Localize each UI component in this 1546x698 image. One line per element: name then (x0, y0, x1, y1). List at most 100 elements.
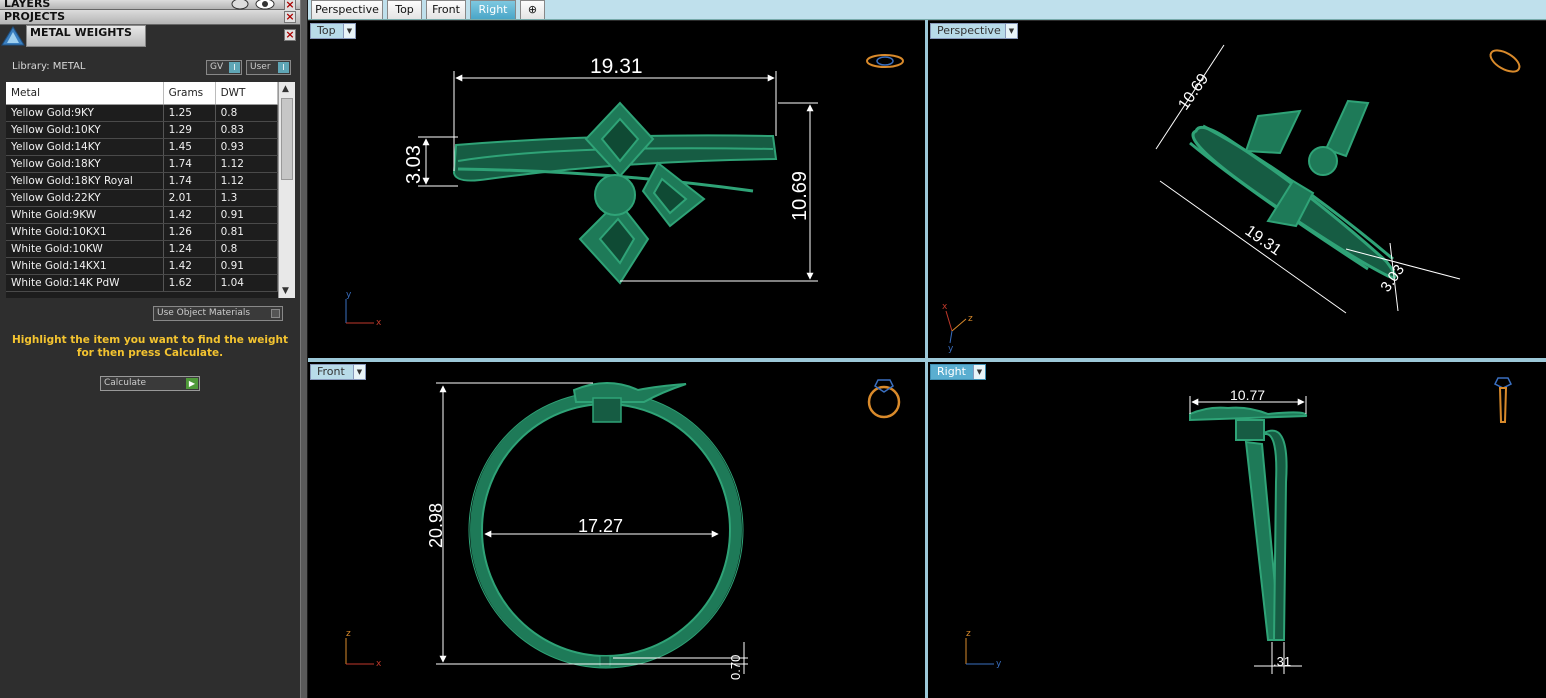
table-cell-grams: 1.45 (163, 138, 216, 156)
metal-table-body: Yellow Gold:9KY 1.25 0.8 Yellow Gold:10KY 1.… (6, 104, 279, 292)
table-header-row: Metal Grams DWT (6, 82, 279, 105)
table-cell-dwt: 0.8 (215, 104, 279, 122)
viewport-top[interactable]: 19.31 3.03 10.69 y x Top ▼ (308, 21, 925, 358)
scroll-down-icon[interactable]: ▼ (282, 286, 289, 296)
viewport-splitter-horizontal[interactable] (308, 358, 1546, 362)
table-cell-grams: 1.62 (163, 274, 216, 292)
lamp-icon[interactable] (230, 0, 250, 10)
table-row[interactable]: White Gold:9KW 1.42 0.91 (6, 206, 279, 224)
gv-button[interactable]: GV I (206, 60, 242, 75)
add-tab-button[interactable]: ⊕ (520, 0, 545, 19)
tab-perspective[interactable]: Perspective (311, 0, 383, 19)
table-row[interactable]: Yellow Gold:18KY Royal 1.74 1.12 (6, 172, 279, 190)
table-cell-metal: White Gold:10KW (6, 240, 164, 258)
projects-title: PROJECTS (4, 10, 65, 23)
viewport-tab-bar: Perspective Top Front Right ⊕ (308, 0, 1546, 20)
table-row[interactable]: White Gold:10KW 1.24 0.8 (6, 240, 279, 258)
dim-band: .31 (1273, 654, 1291, 669)
perspective-view-drawing: 10.69 19.31 3.03 x z y (942, 44, 1523, 354)
viewport-label-perspective[interactable]: Perspective ▼ (930, 23, 1018, 39)
use-object-materials-label: Use Object Materials (157, 308, 251, 318)
user-button[interactable]: User I (246, 60, 291, 75)
viewport-label-top[interactable]: Top ▼ (310, 23, 356, 39)
table-scrollbar[interactable]: ▲ ▼ (278, 82, 295, 298)
eye-icon[interactable] (254, 0, 276, 10)
dim-outer: 20.98 (426, 503, 446, 548)
table-cell-metal: White Gold:9KW (6, 206, 164, 224)
layers-panel-header[interactable]: LAYERS × (0, 0, 300, 11)
axis-label-z: z (968, 314, 973, 324)
flower-model (578, 101, 706, 285)
table-row[interactable]: Yellow Gold:18KY 1.74 1.12 (6, 155, 279, 173)
projects-panel-header[interactable]: PROJECTS × (0, 10, 300, 25)
close-metal-weights-icon[interactable]: × (284, 29, 296, 41)
scroll-up-icon[interactable]: ▲ (282, 84, 289, 94)
dim-inner: 17.27 (578, 516, 623, 536)
chevron-down-icon[interactable]: ▼ (1005, 24, 1017, 38)
table-row[interactable]: Yellow Gold:14KY 1.45 0.93 (6, 138, 279, 156)
table-cell-dwt: 1.12 (215, 155, 279, 173)
checkbox-icon (271, 309, 280, 318)
scrollbar-thumb[interactable] (281, 98, 293, 180)
table-cell-dwt: 1.04 (215, 274, 279, 292)
table-row[interactable]: White Gold:14K PdW 1.62 1.04 (6, 274, 279, 292)
metal-table-container[interactable]: Metal Grams DWT Yellow Gold:9KY 1.25 0.8 Ye… (6, 82, 295, 298)
tab-right[interactable]: Right (470, 0, 516, 19)
tab-front[interactable]: Front (426, 0, 466, 19)
tab-top[interactable]: Top (387, 0, 422, 19)
table-cell-dwt: 1.12 (215, 172, 279, 190)
table-cell-dwt: 0.93 (215, 138, 279, 156)
right-view-drawing: 10.77 .31 z y (965, 377, 1513, 674)
close-projects-icon[interactable]: × (284, 11, 296, 23)
viewport-label-top-text: Top (317, 24, 336, 37)
viewport-label-right-text: Right (937, 365, 966, 378)
calculate-button[interactable]: Calculate ▶ (100, 376, 200, 391)
table-cell-dwt: 0.91 (215, 257, 279, 275)
table-cell-metal: White Gold:14K PdW (6, 274, 164, 292)
metal-table: Metal Grams DWT Yellow Gold:9KY 1.25 0.8 Ye… (6, 82, 279, 292)
toggle-icon: I (229, 62, 240, 73)
table-cell-metal: Yellow Gold:22KY (6, 189, 164, 207)
table-cell-metal: Yellow Gold:14KY (6, 138, 164, 156)
column-header-dwt[interactable]: DWT (215, 82, 279, 105)
panel-divider[interactable] (300, 0, 308, 698)
viewport-right[interactable]: 10.77 .31 z y Right ▼ (928, 362, 1546, 698)
table-row[interactable]: White Gold:10KX1 1.26 0.81 (6, 223, 279, 241)
viewport-front[interactable]: 20.98 17.27 0.70 z x Front ▼ (308, 362, 925, 698)
axis-label-y: y (948, 344, 954, 354)
chevron-down-icon[interactable]: ▼ (343, 24, 355, 38)
table-cell-grams: 1.42 (163, 206, 216, 224)
view-orientation-icon[interactable] (867, 379, 901, 419)
chevron-down-icon[interactable]: ▼ (353, 365, 365, 379)
dim-a: 10.69 (1175, 71, 1212, 114)
table-row[interactable]: Yellow Gold:22KY 2.01 1.3 (6, 189, 279, 207)
table-cell-dwt: 0.91 (215, 206, 279, 224)
axis-indicator: y x (345, 290, 382, 328)
axis-label-z: z (966, 629, 971, 639)
view-orientation-icon[interactable] (866, 54, 904, 68)
layers-title: LAYERS (4, 0, 51, 10)
viewport-label-front[interactable]: Front ▼ (310, 364, 366, 380)
viewport-label-right[interactable]: Right ▼ (930, 364, 986, 380)
viewport-perspective[interactable]: 10.69 19.31 3.03 x z y Perspective ▼ (928, 21, 1546, 358)
view-orientation-icon[interactable] (1487, 46, 1523, 76)
table-cell-dwt: 0.8 (215, 240, 279, 258)
table-cell-grams: 1.25 (163, 104, 216, 122)
table-row[interactable]: Yellow Gold:9KY 1.25 0.8 (6, 104, 279, 122)
table-cell-metal: Yellow Gold:18KY (6, 155, 164, 173)
use-object-materials-button[interactable]: Use Object Materials (153, 306, 283, 321)
axis-label-y: y (996, 659, 1002, 669)
column-header-grams[interactable]: Grams (163, 82, 216, 105)
metal-weights-title: METAL WEIGHTS (30, 26, 132, 39)
chevron-down-icon[interactable]: ▼ (973, 365, 985, 379)
left-panel: LAYERS × PROJECTS × METAL WEIGHTS × Libr… (0, 0, 300, 698)
column-header-metal[interactable]: Metal (6, 82, 164, 105)
axis-label-y: y (346, 290, 352, 300)
dim-thickness: 3.03 (403, 145, 425, 184)
viewport-label-perspective-text: Perspective (937, 24, 1001, 37)
axis-label-x: x (376, 318, 382, 328)
viewport-label-front-text: Front (317, 365, 345, 378)
table-row[interactable]: White Gold:14KX1 1.42 0.91 (6, 257, 279, 275)
table-row[interactable]: Yellow Gold:10KY 1.29 0.83 (6, 121, 279, 139)
view-orientation-icon[interactable] (1493, 377, 1513, 423)
